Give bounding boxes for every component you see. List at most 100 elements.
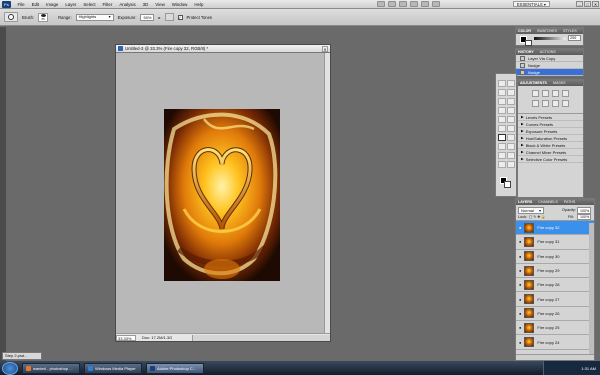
preset-row[interactable]: ▶ Exposure Presets [518,128,583,135]
hand-tool-icon[interactable] [498,161,506,168]
blend-mode-select[interactable]: Normal ▾ [518,207,544,214]
quick-select-tool-icon[interactable] [507,89,515,96]
tool-preset-picker[interactable] [4,12,18,22]
path-selection-tool-icon[interactable] [507,143,515,150]
eye-icon[interactable]: ● [519,268,521,273]
brush-picker[interactable]: 65 [38,12,49,22]
layer-row[interactable]: ● Fire copy 24 [516,335,594,350]
layer-row[interactable]: ● Fire copy 30 [516,250,594,264]
black-white-icon[interactable] [562,100,569,107]
gradient-tool-icon[interactable] [507,125,515,132]
maximize-button[interactable]: □ [584,1,591,7]
menu-image[interactable]: Image [43,2,62,7]
healing-brush-tool-icon[interactable] [498,107,506,114]
type-tool-icon[interactable] [498,143,506,150]
3d-rotate-tool-icon[interactable] [507,152,515,159]
close-app-button[interactable]: ✕ [592,1,599,7]
lock-icons[interactable]: ▢ ✎ ✥ 🔒 [529,215,546,219]
arrange-documents-icon[interactable] [420,1,429,7]
eraser-tool-icon[interactable] [498,125,506,132]
color-slider[interactable] [534,37,566,40]
history-item-active[interactable]: Nudge [516,69,583,76]
eye-icon[interactable]: ● [519,282,521,287]
shape-tool-icon[interactable] [498,152,506,159]
start-button-icon[interactable] [2,361,18,375]
opacity-input[interactable]: 100% [577,207,591,214]
layer-row[interactable]: ● Fire copy 26 [516,307,594,322]
menu-view[interactable]: View [152,2,168,7]
clock[interactable]: 1:31 AM [581,366,596,371]
preset-row[interactable]: ▶ Hue/Saturation Presets [518,135,583,142]
canvas-image[interactable] [164,109,280,281]
layers-panel-footer-buttons[interactable] [516,354,594,360]
menu-3d[interactable]: 3D [139,2,152,7]
layer-row[interactable]: ● Fire copy 25 [516,321,594,336]
menu-window[interactable]: Window [168,2,191,7]
preset-row[interactable]: ▶ Channel Mixer Presets [518,149,583,156]
mini-bridge-icon[interactable] [387,1,396,7]
collapsed-panel-dock[interactable] [0,27,6,361]
background-color-swatch[interactable] [525,40,532,46]
dodge-tool-icon[interactable] [498,134,506,141]
eye-icon[interactable]: ● [519,325,521,330]
history-item[interactable]: Nudge [516,62,583,69]
hue-saturation-icon[interactable] [542,100,549,107]
tab-paths[interactable]: PATHS [564,200,575,204]
levels-icon[interactable] [542,90,549,97]
minimize-button[interactable]: – [576,1,583,7]
taskbar-button-browser[interactable]: wanted - photoshop ... [22,362,80,374]
zoom-level-icon[interactable] [398,1,407,7]
eye-icon[interactable]: ● [519,297,521,302]
layer-row[interactable]: ● Fire copy 29 [516,264,594,279]
protect-tones-checkbox[interactable]: ✓ [177,14,183,20]
eye-icon[interactable]: ● [519,311,521,316]
brush-tool-icon[interactable] [507,107,515,114]
zoom-field[interactable]: 33.33% [116,334,136,341]
menu-filter[interactable]: Filter [99,2,116,7]
preset-row[interactable]: ▶ Curves Presets [518,121,583,128]
layer-row[interactable]: ● Fire copy 31 [516,235,594,250]
layer-row-active[interactable]: ● Fire copy 32 [516,221,594,236]
menu-edit[interactable]: Edit [28,2,43,7]
marquee-tool-icon[interactable] [507,80,515,87]
preset-row[interactable]: ▶ Levels Presets [518,114,583,121]
move-tool-icon[interactable] [498,80,506,87]
background-color-icon[interactable] [504,181,511,188]
history-item[interactable]: Layer Via Copy [516,55,583,62]
color-balance-icon[interactable] [552,100,559,107]
screen-mode-icon[interactable] [431,1,440,7]
layer-row[interactable]: ● Fire copy 28 [516,278,594,293]
curves-icon[interactable] [552,90,559,97]
tab-channels[interactable]: CHANNELS [538,200,558,204]
eyedropper-tool-icon[interactable] [507,98,515,105]
eye-icon[interactable]: ● [519,225,521,230]
vibrance-icon[interactable] [532,100,539,107]
tab-color[interactable]: COLOR [518,29,531,33]
airbrush-toggle-icon[interactable] [164,13,174,21]
lasso-tool-icon[interactable] [498,89,506,96]
vertical-scrollbar[interactable] [324,53,330,335]
menu-help[interactable]: Help [191,2,207,7]
brightness-contrast-icon[interactable] [532,90,539,97]
preset-row[interactable]: ▶ Black & White Presets [518,142,583,149]
preset-row[interactable]: ▶ Selective Color Presets [518,156,583,163]
exposure-slider-arrow-icon[interactable]: ▸ [158,15,160,20]
bridge-icon[interactable] [376,1,385,7]
close-document-button[interactable]: ✕ [322,45,328,52]
eye-icon[interactable]: ● [519,254,521,259]
crop-tool-icon[interactable] [498,98,506,105]
hand-tool-icon[interactable] [409,1,418,7]
pen-tool-icon[interactable] [507,134,515,141]
range-select[interactable]: Highlights ▾ [75,13,114,21]
eye-icon[interactable]: ● [519,340,521,345]
tab-masks[interactable]: MASKS [553,81,566,85]
layers-scrollbar[interactable] [589,223,594,354]
clone-stamp-tool-icon[interactable] [498,116,506,123]
taskbar-button-media-player[interactable]: Windows Media Player [84,362,142,374]
eye-icon[interactable]: ● [519,239,521,244]
tab-swatches[interactable]: SWATCHES [537,29,557,33]
fill-input[interactable]: 100% [577,214,591,220]
tab-history[interactable]: HISTORY [518,50,534,54]
menu-select[interactable]: Select [80,2,99,7]
color-value-input[interactable]: 255 [568,35,581,41]
